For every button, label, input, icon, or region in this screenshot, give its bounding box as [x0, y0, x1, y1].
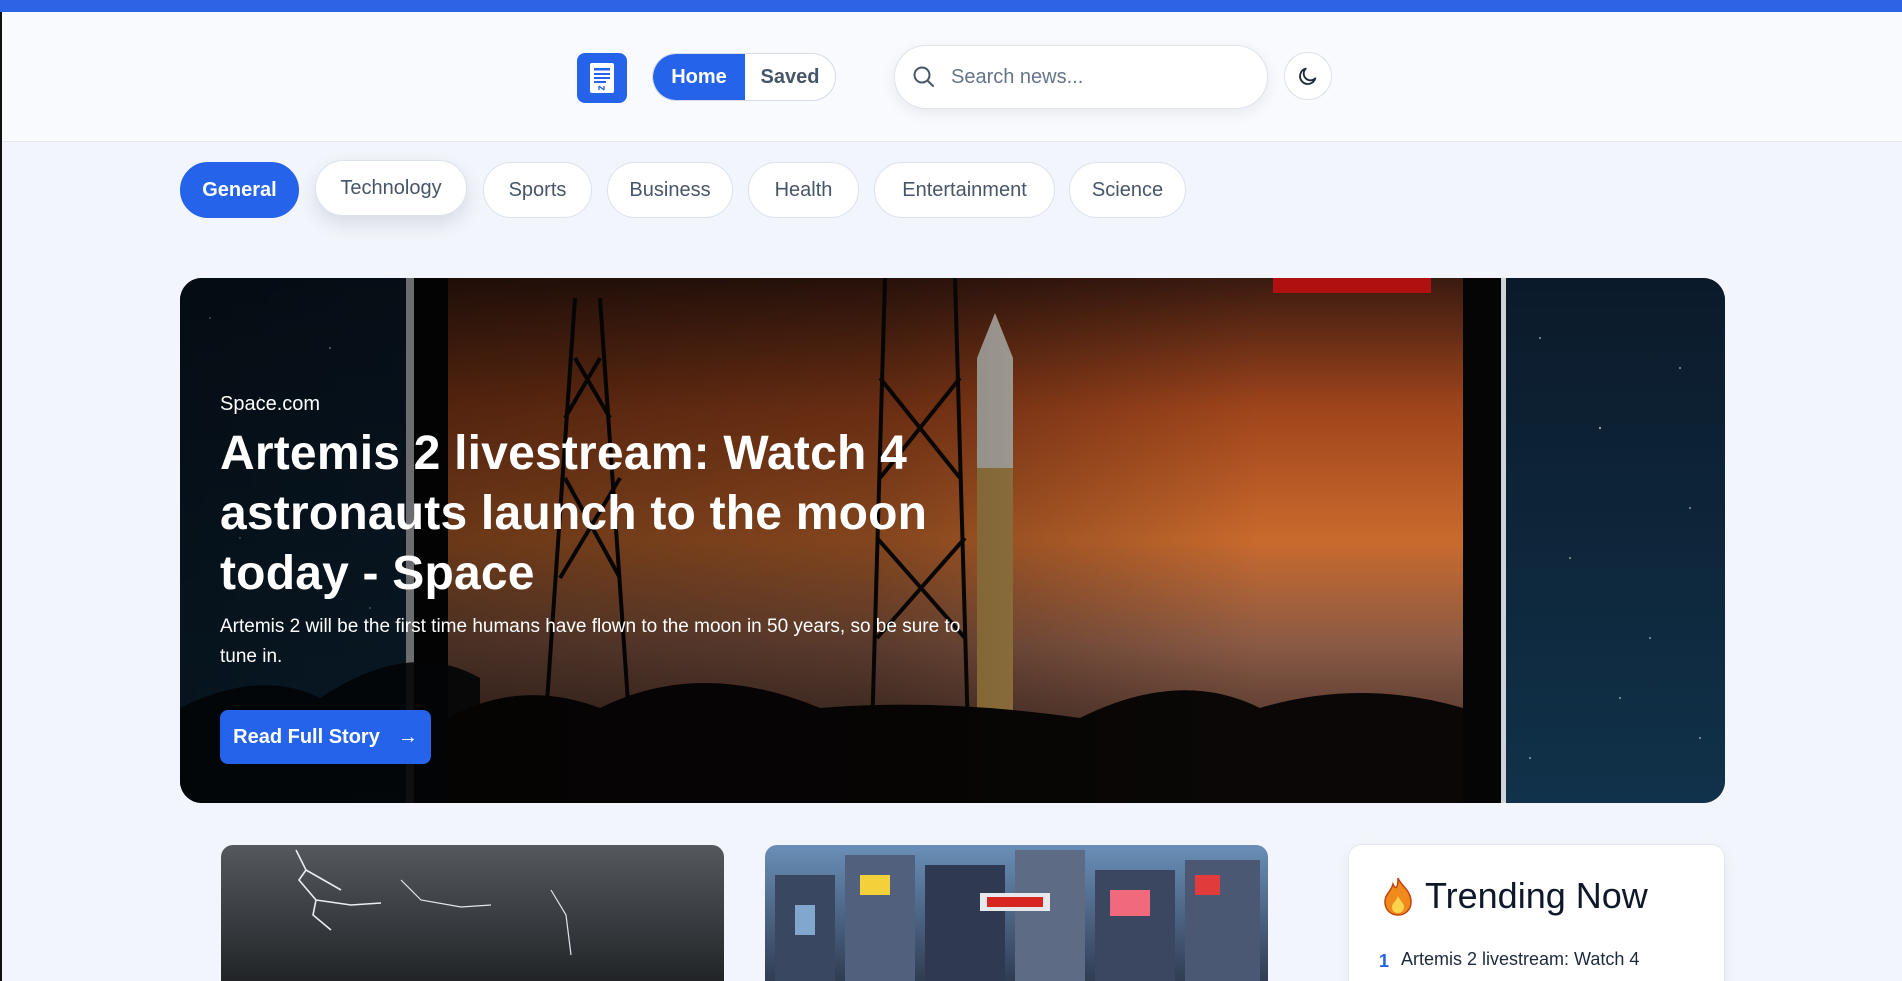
moon-icon: [1299, 67, 1317, 85]
top-accent-bar: [0, 0, 1902, 12]
hero-source: Space.com: [220, 393, 321, 415]
hero-description: Artemis 2 will be the first time humans …: [220, 616, 961, 667]
read-full-story-button[interactable]: Read Full Story →: [220, 710, 431, 764]
category-health[interactable]: Health: [748, 162, 859, 218]
category-technology[interactable]: Technology: [315, 160, 467, 216]
news-card-image[interactable]: [765, 845, 1268, 981]
search-icon: [913, 66, 934, 87]
saved-button[interactable]: Saved: [745, 54, 835, 100]
news-card-image[interactable]: [221, 845, 724, 981]
trending-item[interactable]: 1 Artemis 2 livestream: Watch 4: [1379, 949, 1639, 972]
arrow-right-icon: →: [397, 725, 418, 748]
fire-icon: [1384, 877, 1412, 916]
nav-toggle: Home Saved: [652, 53, 836, 101]
hero-content: Space.com Artemis 2 livestream: Watch 4 …: [220, 393, 980, 672]
category-science[interactable]: Science: [1069, 162, 1186, 218]
city-street-crossing-image: [765, 845, 1268, 981]
category-general[interactable]: General: [180, 162, 299, 218]
trending-rank: 1: [1379, 951, 1390, 971]
trending-item-title[interactable]: Artemis 2 livestream: Watch 4: [1401, 949, 1639, 972]
window-edge: [0, 12, 2, 981]
category-entertainment[interactable]: Entertainment: [874, 162, 1055, 218]
search-input[interactable]: [951, 65, 1251, 89]
trending-title: Trending Now: [1425, 875, 1648, 916]
search-box[interactable]: [894, 45, 1268, 109]
lightning-storm-image: [221, 845, 724, 981]
trending-panel: Trending Now 1 Artemis 2 livestream: Wat…: [1348, 844, 1725, 981]
hero-story[interactable]: Space.com Artemis 2 livestream: Watch 4 …: [180, 278, 1725, 803]
theme-toggle-button[interactable]: [1284, 52, 1332, 100]
category-business[interactable]: Business: [607, 162, 733, 218]
category-sports[interactable]: Sports: [483, 162, 592, 218]
read-full-story-label: Read Full Story: [233, 725, 380, 748]
app-header: Home Saved: [2, 12, 1902, 142]
hero-title[interactable]: Artemis 2 livestream: Watch 4 astronauts…: [220, 424, 980, 604]
trending-header: Trending Now: [1381, 875, 1648, 917]
newspaper-icon[interactable]: [577, 53, 627, 103]
home-button[interactable]: Home: [653, 54, 745, 100]
